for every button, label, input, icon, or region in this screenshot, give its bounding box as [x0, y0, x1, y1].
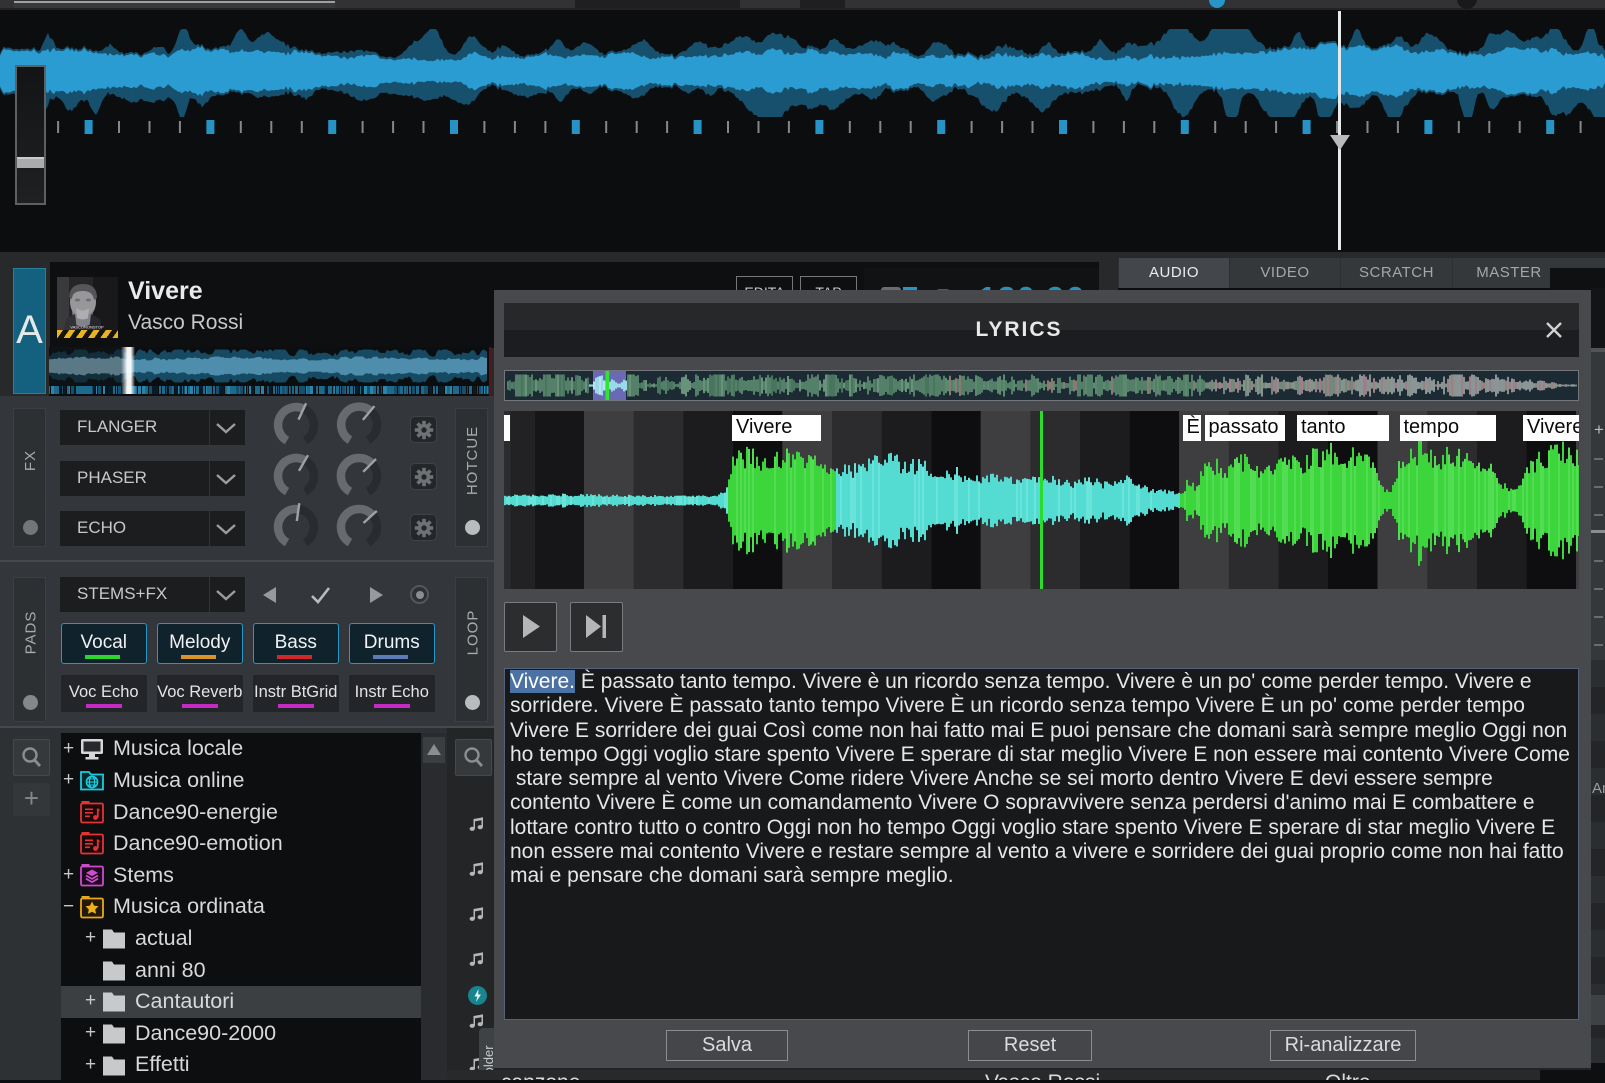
svg-text:VASCONONSTOP: VASCONONSTOP	[70, 325, 104, 330]
